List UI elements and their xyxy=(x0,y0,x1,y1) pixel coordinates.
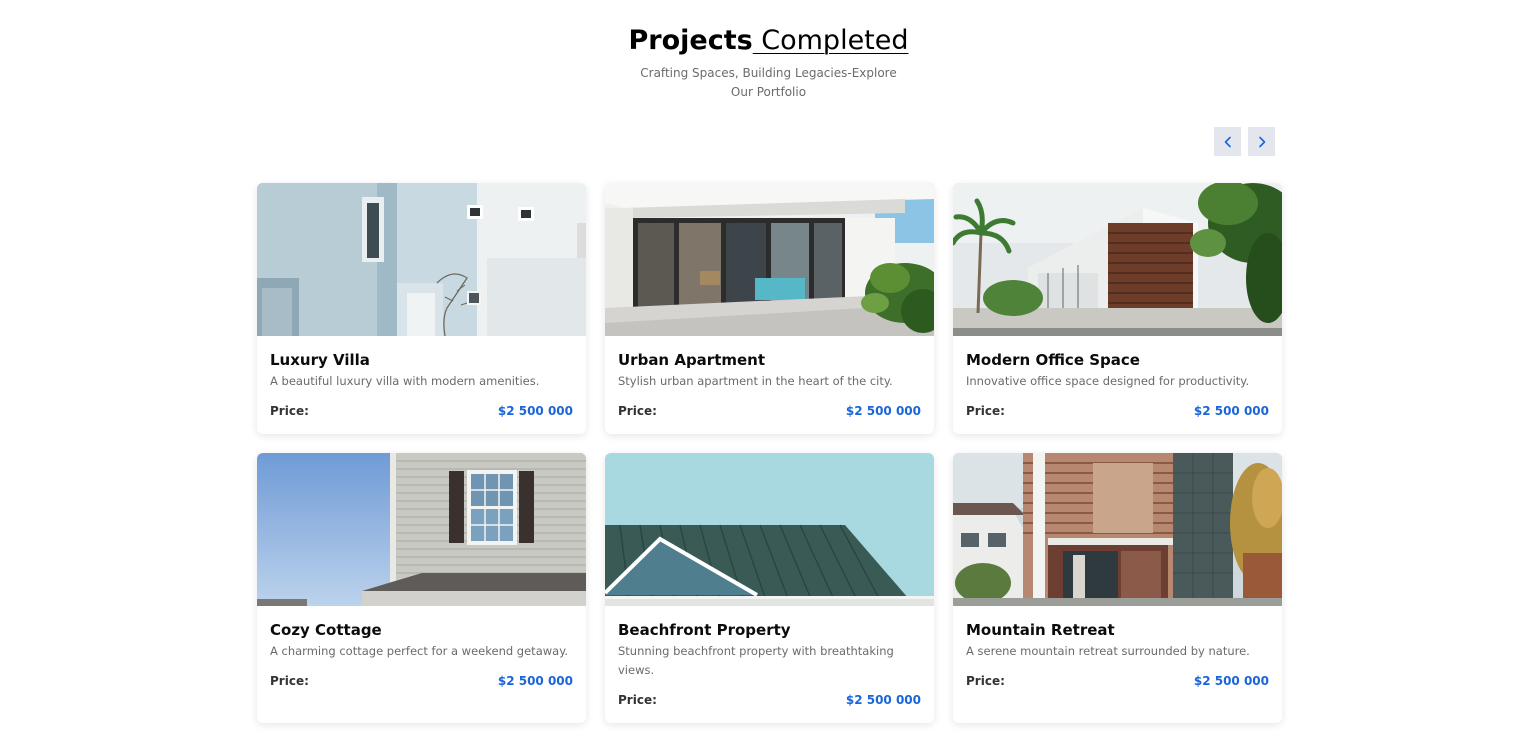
card-title: Beachfront Property xyxy=(618,621,791,639)
card-price-row: Price: $2 500 000 xyxy=(270,403,573,419)
projects-grid: Luxury Villa A beautiful luxury villa wi… xyxy=(257,183,1282,723)
section-header: Projects Completed Crafting Spaces, Buil… xyxy=(0,24,1537,102)
cottage-siding-photo xyxy=(257,453,586,606)
card-price-row: Price: $2 500 000 xyxy=(618,692,921,708)
price-label: Price: xyxy=(966,674,1005,688)
page-subtitle: Crafting Spaces, Building Legacies-Explo… xyxy=(640,66,897,99)
card-body: Modern Office Space Innovative office sp… xyxy=(953,336,1282,434)
page-title: Projects Completed xyxy=(0,24,1537,58)
card-price-row: Price: $2 500 000 xyxy=(618,403,921,419)
price-label: Price: xyxy=(270,674,309,688)
metal-roof-photo xyxy=(605,453,934,606)
page-title-underlined: Completed xyxy=(752,25,909,56)
price-value: $2 500 000 xyxy=(497,404,573,418)
card-description: A charming cottage perfect for a weekend… xyxy=(270,644,569,658)
card-price-row: Price: $2 500 000 xyxy=(966,403,1269,419)
carousel-controls xyxy=(1214,127,1275,156)
card-title: Luxury Villa xyxy=(270,351,370,369)
card-title: Modern Office Space xyxy=(966,351,1140,369)
card-body: Mountain Retreat A serene mountain retre… xyxy=(953,606,1282,723)
project-card[interactable]: Mountain Retreat A serene mountain retre… xyxy=(953,453,1282,723)
card-body: Luxury Villa A beautiful luxury villa wi… xyxy=(257,336,586,434)
project-card[interactable]: Urban Apartment Stylish urban apartment … xyxy=(605,183,934,434)
price-value: $2 500 000 xyxy=(845,404,921,418)
carousel-prev-button[interactable] xyxy=(1214,127,1241,156)
price-label: Price: xyxy=(270,404,309,418)
price-value: $2 500 000 xyxy=(497,674,573,688)
card-price-row: Price: $2 500 000 xyxy=(270,673,573,689)
card-price-row: Price: $2 500 000 xyxy=(966,673,1269,689)
card-body: Beachfront Property Stunning beachfront … xyxy=(605,606,934,723)
card-title: Urban Apartment xyxy=(618,351,766,369)
project-card[interactable]: Luxury Villa A beautiful luxury villa wi… xyxy=(257,183,586,434)
price-value: $2 500 000 xyxy=(845,693,921,707)
wood-facade-photo xyxy=(953,453,1282,606)
chevron-right-icon xyxy=(1258,136,1265,147)
project-card[interactable]: Beachfront Property Stunning beachfront … xyxy=(605,453,934,723)
card-title: Cozy Cottage xyxy=(270,621,382,639)
card-description: A beautiful luxury villa with modern ame… xyxy=(270,374,540,388)
project-card[interactable]: Cozy Cottage A charming cottage perfect … xyxy=(257,453,586,723)
modern-office-photo xyxy=(953,183,1282,336)
card-description: A serene mountain retreat surrounded by … xyxy=(966,644,1250,658)
card-body: Urban Apartment Stylish urban apartment … xyxy=(605,336,934,434)
carousel-next-button[interactable] xyxy=(1248,127,1275,156)
price-label: Price: xyxy=(618,404,657,418)
card-description: Stylish urban apartment in the heart of … xyxy=(618,374,893,388)
card-description: Stunning beachfront property with breath… xyxy=(618,644,894,677)
price-label: Price: xyxy=(966,404,1005,418)
price-value: $2 500 000 xyxy=(1193,674,1269,688)
chevron-left-icon xyxy=(1224,136,1231,147)
card-title: Mountain Retreat xyxy=(966,621,1115,639)
price-label: Price: xyxy=(618,693,657,707)
card-description: Innovative office space designed for pro… xyxy=(966,374,1250,388)
card-body: Cozy Cottage A charming cottage perfect … xyxy=(257,606,586,723)
glass-apartment-photo xyxy=(605,183,934,336)
page-title-bold: Projects xyxy=(628,25,753,56)
white-villa-photo xyxy=(257,183,586,336)
price-value: $2 500 000 xyxy=(1193,404,1269,418)
project-card[interactable]: Modern Office Space Innovative office sp… xyxy=(953,183,1282,434)
